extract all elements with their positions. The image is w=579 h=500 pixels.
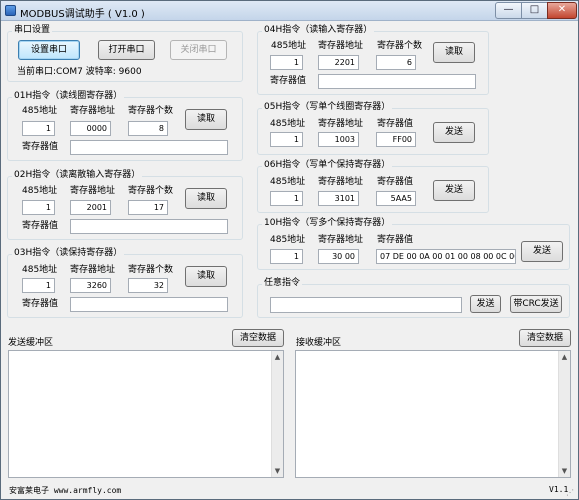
fc03-read-button[interactable]: 读取 <box>185 266 227 287</box>
fc02-addr-input[interactable]: 1 <box>22 200 55 215</box>
custom-command-input[interactable] <box>270 297 462 313</box>
recv-buffer-clear-button[interactable]: 清空数据 <box>519 329 571 347</box>
fc04-value-output[interactable] <box>318 74 476 89</box>
fc05-reg-addr-label: 寄存器地址 <box>318 119 364 129</box>
fc10-addr-label: 485地址 <box>270 235 306 245</box>
fc03-count-input[interactable]: 32 <box>128 278 168 293</box>
fc01-addr-label: 485地址 <box>22 106 58 116</box>
fc04-group-label: 04H指令（读输入寄存器） <box>262 25 375 36</box>
fc06-addr-label: 485地址 <box>270 177 306 187</box>
fc02-count-label: 寄存器个数 <box>128 186 174 196</box>
scroll-up-icon[interactable]: ▲ <box>559 351 570 363</box>
fc05-group-label: 05H指令（写单个线圈寄存器） <box>262 102 393 113</box>
custom-send-button[interactable]: 发送 <box>470 295 501 313</box>
fc10-reg-addr-label: 寄存器地址 <box>318 235 364 245</box>
fc01-count-label: 寄存器个数 <box>128 106 174 116</box>
fc03-addr-input[interactable]: 1 <box>22 278 55 293</box>
recv-buffer-textarea[interactable]: ▲ ▼ <box>295 350 571 478</box>
fc06-val-label: 寄存器值 <box>377 177 414 187</box>
fc06-send-button[interactable]: 发送 <box>433 180 475 201</box>
app-icon <box>5 5 16 16</box>
fc01-count-input[interactable]: 8 <box>128 121 168 136</box>
fc04-addr-label: 485地址 <box>271 41 307 51</box>
fc03-reg-addr-label: 寄存器地址 <box>70 265 116 275</box>
setup-serial-button[interactable]: 设置串口 <box>18 40 80 60</box>
scroll-up-icon[interactable]: ▲ <box>272 351 283 363</box>
fc05-value-input[interactable]: FF00 <box>376 132 416 147</box>
current-port-info: 当前串口:COM7 波特率: 9600 <box>17 67 142 77</box>
fc05-send-button[interactable]: 发送 <box>433 122 475 143</box>
fc06-reg-addr-input[interactable]: 3101 <box>318 191 359 206</box>
fc06-reg-addr-label: 寄存器地址 <box>318 177 364 187</box>
fc01-reg-addr-input[interactable]: 0000 <box>70 121 111 136</box>
window-title: MODBUS调试助手 ( V1.0 ) <box>20 9 145 20</box>
close-window-button[interactable]: ✕ <box>547 2 577 19</box>
fc05-reg-addr-input[interactable]: 1003 <box>318 132 359 147</box>
fc04-reg-addr-label: 寄存器地址 <box>318 41 364 51</box>
fc01-value-output[interactable] <box>70 140 228 155</box>
fc05-addr-input[interactable]: 1 <box>270 132 303 147</box>
fc02-value-label: 寄存器值 <box>22 221 59 231</box>
resize-grip-icon[interactable]: ⋰ <box>566 488 576 498</box>
fc01-group-label: 01H指令（读线圈寄存器） <box>12 91 125 102</box>
title-bar[interactable]: MODBUS调试助手 ( V1.0 ) — □ ✕ <box>1 1 578 21</box>
fc02-addr-label: 485地址 <box>22 186 58 196</box>
fc04-count-input[interactable]: 6 <box>376 55 416 70</box>
recv-buffer-scrollbar[interactable]: ▲ ▼ <box>558 351 570 477</box>
send-buffer-textarea[interactable]: ▲ ▼ <box>8 350 284 478</box>
recv-buffer-label: 接收缓冲区 <box>296 338 342 348</box>
fc04-reg-addr-input[interactable]: 2201 <box>318 55 359 70</box>
fc02-group-label: 02H指令（读离散输入寄存器） <box>12 170 143 181</box>
maximize-button[interactable]: □ <box>521 2 548 19</box>
scroll-down-icon[interactable]: ▼ <box>272 465 283 477</box>
custom-crc-send-button[interactable]: 带CRC发送 <box>510 295 562 313</box>
fc02-reg-addr-label: 寄存器地址 <box>70 186 116 196</box>
minimize-button[interactable]: — <box>495 2 522 19</box>
fc03-count-label: 寄存器个数 <box>128 265 174 275</box>
fc01-addr-input[interactable]: 1 <box>22 121 55 136</box>
fc03-value-output[interactable] <box>70 297 228 312</box>
fc02-value-output[interactable] <box>70 219 228 234</box>
fc04-value-label: 寄存器值 <box>270 76 307 86</box>
custom-command-label: 任意指令 <box>262 278 303 289</box>
fc03-value-label: 寄存器值 <box>22 299 59 309</box>
fc04-addr-input[interactable]: 1 <box>270 55 303 70</box>
fc10-send-button[interactable]: 发送 <box>521 241 563 262</box>
fc06-group-label: 06H指令（写单个保持寄存器） <box>262 160 393 171</box>
status-company: 安富莱电子 www.armfly.com <box>9 486 122 495</box>
fc06-value-input[interactable]: 5AA5 <box>376 191 416 206</box>
fc04-read-button[interactable]: 读取 <box>433 42 475 63</box>
fc03-reg-addr-input[interactable]: 3260 <box>70 278 111 293</box>
open-serial-button[interactable]: 打开串口 <box>98 40 155 60</box>
fc10-val-label: 寄存器值 <box>377 235 414 245</box>
fc04-count-label: 寄存器个数 <box>377 41 423 51</box>
fc01-read-button[interactable]: 读取 <box>185 109 227 130</box>
fc02-count-input[interactable]: 17 <box>128 200 168 215</box>
close-serial-button[interactable]: 关闭串口 <box>170 40 227 60</box>
fc10-group-label: 10H指令（写多个保持寄存器） <box>262 218 393 229</box>
serial-settings-label: 串口设置 <box>12 25 53 36</box>
main-window: MODBUS调试助手 ( V1.0 ) — □ ✕ 串口设置 设置串口 打开串口… <box>0 0 579 500</box>
fc02-read-button[interactable]: 读取 <box>185 188 227 209</box>
scroll-down-icon[interactable]: ▼ <box>559 465 570 477</box>
fc10-addr-input[interactable]: 1 <box>270 249 303 264</box>
fc02-reg-addr-input[interactable]: 2001 <box>70 200 111 215</box>
send-buffer-scrollbar[interactable]: ▲ ▼ <box>271 351 283 477</box>
fc03-group-label: 03H指令（读保持寄存器） <box>12 248 125 259</box>
fc01-reg-addr-label: 寄存器地址 <box>70 106 116 116</box>
send-buffer-label: 发送缓冲区 <box>8 338 54 348</box>
send-buffer-clear-button[interactable]: 清空数据 <box>232 329 284 347</box>
fc05-val-label: 寄存器值 <box>377 119 414 129</box>
fc10-reg-addr-input[interactable]: 30 00 <box>318 249 359 264</box>
fc06-addr-input[interactable]: 1 <box>270 191 303 206</box>
fc10-value-input[interactable]: 07 DE 00 0A 00 01 00 08 00 0C 00 <box>376 249 516 264</box>
fc05-addr-label: 485地址 <box>270 119 306 129</box>
fc03-addr-label: 485地址 <box>22 265 58 275</box>
fc01-value-label: 寄存器值 <box>22 142 59 152</box>
